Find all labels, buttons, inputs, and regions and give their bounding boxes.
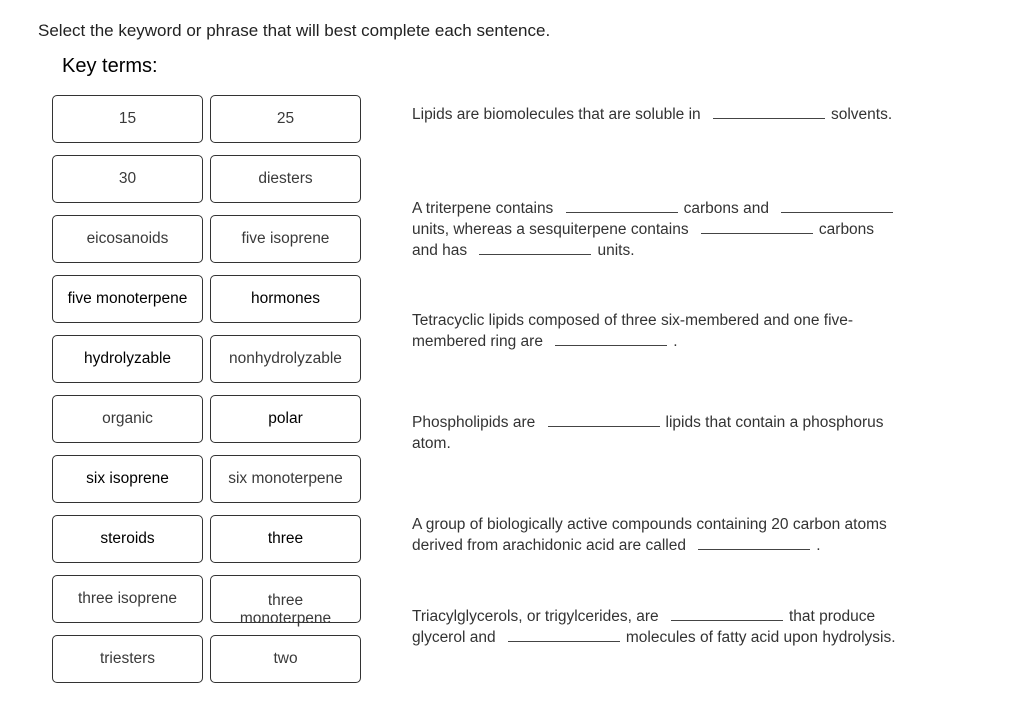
sentence-text: . xyxy=(673,333,678,350)
sentence-item: Tetracyclic lipids composed of three six… xyxy=(412,310,902,352)
key-term-tile[interactable]: five isoprene xyxy=(210,215,361,263)
sentence-text: A triterpene contains xyxy=(412,200,558,217)
key-term-tile[interactable]: five monoterpene xyxy=(52,275,203,323)
sentence-text: Lipids are biomolecules that are soluble… xyxy=(412,106,705,123)
key-term-tile[interactable]: organic xyxy=(52,395,203,443)
key-term-tile[interactable]: 25 xyxy=(210,95,361,143)
key-term-label: triesters xyxy=(99,650,156,667)
key-term-tile[interactable]: 30 xyxy=(52,155,203,203)
answer-blank[interactable] xyxy=(565,198,678,213)
key-term-tile[interactable]: three monoterpene xyxy=(210,575,361,627)
key-terms-heading: Key terms: xyxy=(62,55,158,77)
key-term-label: hydrolyzable xyxy=(83,350,172,367)
sentence-item: Lipids are biomolecules that are soluble… xyxy=(412,104,902,125)
key-term-label: polar xyxy=(268,410,303,427)
key-term-label: steroids xyxy=(100,530,155,547)
answer-blank[interactable] xyxy=(507,627,620,642)
answer-blank[interactable] xyxy=(781,198,894,213)
key-term-label: organic xyxy=(102,410,153,427)
key-term-tile[interactable]: 15 xyxy=(52,95,203,143)
key-term-label: two xyxy=(273,650,298,667)
key-term-label: six isoprene xyxy=(86,470,169,487)
key-term-tile[interactable]: six monoterpene xyxy=(210,455,361,503)
key-term-label: hormones xyxy=(251,290,320,307)
key-term-tile[interactable]: hydrolyzable xyxy=(52,335,203,383)
answer-blank[interactable] xyxy=(547,412,660,427)
key-term-tile[interactable]: eicosanoids xyxy=(52,215,203,263)
sentence-text: units. xyxy=(597,242,635,259)
sentence-text: Triacylglycerols, or trigylcerides, are xyxy=(412,608,663,625)
sentence-text: Phospholipids are xyxy=(412,414,540,431)
key-term-label: five monoterpene xyxy=(67,290,188,307)
key-term-tile[interactable]: diesters xyxy=(210,155,361,203)
key-term-label: three monoterpene xyxy=(239,592,332,627)
key-term-label: five isoprene xyxy=(241,230,330,247)
answer-blank[interactable] xyxy=(555,331,668,346)
key-term-label: eicosanoids xyxy=(86,230,169,247)
key-term-label: 15 xyxy=(118,110,137,127)
answer-blank[interactable] xyxy=(479,240,592,255)
answer-blank[interactable] xyxy=(698,535,811,550)
key-term-tile[interactable]: two xyxy=(210,635,361,683)
key-term-tile[interactable]: polar xyxy=(210,395,361,443)
key-term-tile[interactable]: three isoprene xyxy=(52,575,203,623)
key-term-tile[interactable]: triesters xyxy=(52,635,203,683)
answer-blank[interactable] xyxy=(700,219,813,234)
sentence-item: A group of biologically active compounds… xyxy=(412,514,902,556)
sentence-text: molecules of fatty acid upon hydrolysis. xyxy=(625,629,896,646)
sentence-text: . xyxy=(816,537,821,554)
key-term-tile[interactable]: steroids xyxy=(52,515,203,563)
key-term-label: 25 xyxy=(276,110,295,127)
key-term-label: three xyxy=(267,530,304,547)
key-term-tile[interactable]: hormones xyxy=(210,275,361,323)
sentence-item: Triacylglycerols, or trigylcerides, are … xyxy=(412,606,902,648)
sentence-text: solvents. xyxy=(830,106,893,123)
key-term-tile[interactable]: three xyxy=(210,515,361,563)
answer-blank[interactable] xyxy=(712,104,825,119)
key-term-label: nonhydrolyzable xyxy=(229,350,342,367)
key-term-label: six monoterpene xyxy=(228,470,343,487)
instruction-text: Select the keyword or phrase that will b… xyxy=(38,21,551,40)
answer-blank[interactable] xyxy=(670,606,783,621)
sentence-item: Phospholipids are lipids that contain a … xyxy=(412,412,902,454)
key-term-label: three isoprene xyxy=(77,590,178,607)
sentence-text: units, whereas a sesquiterpene contains xyxy=(412,221,693,238)
sentence-text: carbons and xyxy=(683,200,774,217)
key-term-label: 30 xyxy=(118,170,137,187)
key-term-label: diesters xyxy=(258,170,313,187)
key-term-tile[interactable]: nonhydrolyzable xyxy=(210,335,361,383)
key-term-tile[interactable]: six isoprene xyxy=(52,455,203,503)
sentence-item: A triterpene contains carbons and units,… xyxy=(412,198,902,261)
